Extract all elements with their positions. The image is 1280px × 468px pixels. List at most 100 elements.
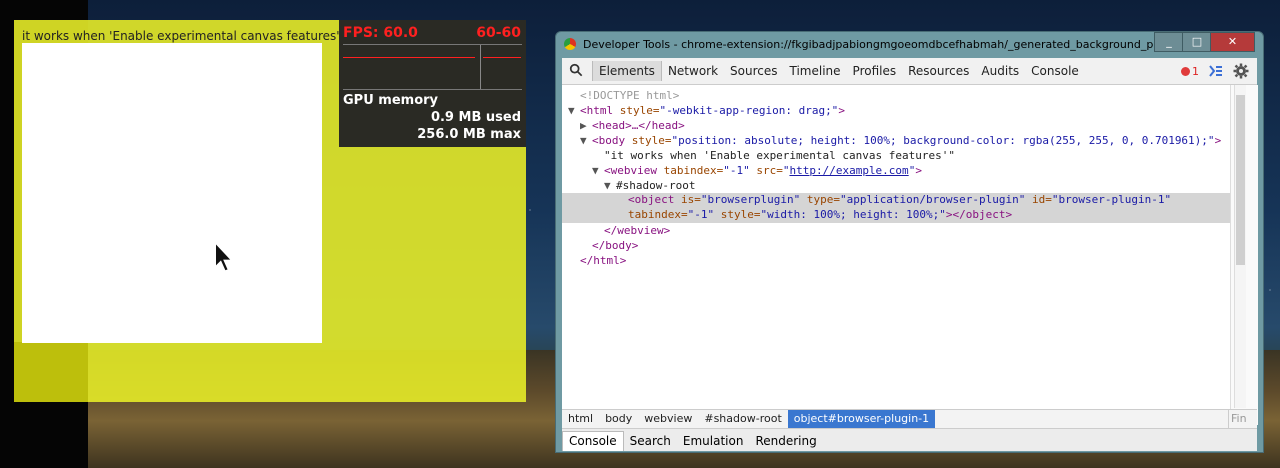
toolbar-right: 1 <box>1181 58 1257 84</box>
dom-body-open[interactable]: ▼ <body style="position: absolute; height… <box>580 134 1221 147</box>
dom-webview-open[interactable]: ▼ <webview tabindex="-1" src="http://exam… <box>592 164 922 177</box>
dom-tree[interactable]: <!DOCTYPE html> ▼ <html style="-webkit-ap… <box>562 85 1230 425</box>
attr-name: style= <box>720 208 761 221</box>
tab-sources[interactable]: Sources <box>724 61 783 81</box>
tab-network[interactable]: Network <box>662 61 724 81</box>
attr-value: "width: 100%; height: 100%;" <box>760 208 946 221</box>
devtools-titlebar[interactable]: Developer Tools - chrome-extension://fkg… <box>556 32 1263 56</box>
panel-tabs: Elements Network Sources Timeline Profil… <box>592 58 1085 84</box>
attr-name: style= <box>619 104 660 117</box>
text-node: "it works when 'Enable experimental canv… <box>604 149 955 162</box>
search-icon[interactable] <box>569 63 583 77</box>
attr-value: "-1" <box>687 208 715 221</box>
breadcrumb-object[interactable]: object#browser-plugin-1 <box>787 410 936 428</box>
find-input[interactable]: Fin <box>1228 410 1257 428</box>
shadow-root-label: #shadow-root <box>616 179 696 192</box>
mouse-cursor-icon <box>214 241 233 272</box>
expanded-triangle-icon[interactable]: ▼ <box>604 179 616 192</box>
attr-value: "browser-plugin-1" <box>1051 193 1172 206</box>
dom-shadow-root[interactable]: ▼ #shadow-root <box>604 179 695 192</box>
tab-audits[interactable]: Audits <box>975 61 1025 81</box>
dom-text-node[interactable]: "it works when 'Enable experimental canv… <box>604 149 955 162</box>
expanded-triangle-icon[interactable]: ▼ <box>592 164 604 177</box>
object-line-2: tabindex="-1" style="width: 100%; height… <box>628 208 1012 221</box>
html-close-tag: </html> <box>580 254 627 267</box>
error-count: 1 <box>1192 64 1199 78</box>
object-line-1: <object is="browserplugin" type="applica… <box>628 193 1171 206</box>
chrome-icon <box>564 38 576 50</box>
breadcrumb-body[interactable]: body <box>599 410 638 428</box>
dom-body-close[interactable]: </body> <box>592 239 638 252</box>
doctype-text: <!DOCTYPE html> <box>580 89 680 102</box>
devtools-window: Developer Tools - chrome-extension://fkg… <box>555 31 1264 453</box>
drawer-tab-emulation[interactable]: Emulation <box>677 432 750 451</box>
scroll-thumb[interactable] <box>1236 95 1245 265</box>
breadcrumb-html[interactable]: html <box>562 410 599 428</box>
show-drawer-icon[interactable] <box>1209 65 1223 77</box>
webview-area[interactable] <box>22 43 322 343</box>
dom-html-open[interactable]: ▼ <html style="-webkit-app-region: drag;"… <box>568 104 845 117</box>
error-counter[interactable]: 1 <box>1181 65 1199 78</box>
fps-label: FPS: 60.0 <box>343 25 418 41</box>
dom-doctype[interactable]: <!DOCTYPE html> <box>580 89 679 102</box>
tag-bracket: > <box>915 164 922 177</box>
dom-object-selected[interactable]: <object is="browserplugin" type="applica… <box>562 193 1230 223</box>
attr-value: "application/browser-plugin" <box>839 193 1026 206</box>
gear-icon[interactable] <box>1233 63 1249 79</box>
attr-name: tabindex= <box>628 208 688 221</box>
tab-resources[interactable]: Resources <box>902 61 975 81</box>
dom-webview-close[interactable]: </webview> <box>604 224 670 237</box>
maximize-button[interactable]: □ <box>1182 32 1212 52</box>
breadcrumb-shadow-root[interactable]: #shadow-root <box>698 410 787 428</box>
tab-elements[interactable]: Elements <box>592 61 662 81</box>
attr-name: is= <box>680 193 701 206</box>
dom-head[interactable]: ▶ <head>…</head> <box>580 119 685 132</box>
fps-marker <box>480 45 481 89</box>
attr-name: id= <box>1032 193 1052 206</box>
close-button[interactable]: ✕ <box>1210 32 1255 52</box>
src-link[interactable]: http://example.com <box>789 164 908 177</box>
fps-graph <box>343 44 522 90</box>
gpu-memory-max: 256.0 MB max <box>417 127 521 142</box>
expanded-triangle-icon[interactable]: ▼ <box>580 134 592 147</box>
fps-overlay: FPS: 60.0 60-60 GPU memory 0.9 MB used 2… <box>339 20 526 147</box>
expanded-triangle-icon[interactable]: ▼ <box>568 104 580 117</box>
dom-html-close[interactable]: </html> <box>580 254 626 267</box>
drawer-tab-console[interactable]: Console <box>562 431 624 451</box>
gpu-memory-used: 0.9 MB used <box>430 110 521 125</box>
tab-profiles[interactable]: Profiles <box>847 61 903 81</box>
attr-value: "-1" <box>723 164 750 177</box>
fps-range: 60-60 <box>476 25 521 41</box>
attr-name: src= <box>756 164 783 177</box>
drawer-tabs: Console Search Emulation Rendering <box>562 428 1257 451</box>
minimize-button[interactable]: _ <box>1154 32 1184 52</box>
body-tag: <body <box>592 134 626 147</box>
collapsed-triangle-icon[interactable]: ▶ <box>580 119 592 132</box>
attr-name: tabindex= <box>663 164 724 177</box>
head-tag: <head>…</head> <box>592 119 685 132</box>
tag-bracket: > <box>1214 134 1222 147</box>
gpu-memory-title: GPU memory <box>343 93 439 108</box>
devtools-title: Developer Tools - chrome-extension://fkg… <box>583 38 1203 51</box>
attr-name: type= <box>806 193 840 206</box>
webview-tag: <webview <box>604 164 657 177</box>
fps-line <box>343 57 475 58</box>
drawer-tab-search[interactable]: Search <box>624 432 677 451</box>
breadcrumb: html body webview #shadow-root object#br… <box>562 409 1257 428</box>
breadcrumb-webview[interactable]: webview <box>638 410 698 428</box>
attr-value: "browserplugin" <box>700 193 801 206</box>
tag-bracket: ></object> <box>945 208 1013 221</box>
tab-timeline[interactable]: Timeline <box>784 61 847 81</box>
error-icon <box>1181 66 1190 76</box>
drawer-tab-rendering[interactable]: Rendering <box>749 432 822 451</box>
dom-vertical-scrollbar[interactable] <box>1234 85 1246 408</box>
tag-bracket: > <box>838 104 845 117</box>
app-left-shade <box>14 342 88 402</box>
devtools-toolbar: Elements Network Sources Timeline Profil… <box>562 58 1257 85</box>
devtools-client: Elements Network Sources Timeline Profil… <box>562 58 1258 451</box>
fps-line-current <box>483 57 521 58</box>
tab-console[interactable]: Console <box>1025 61 1085 81</box>
app-text: it works when 'Enable experimental canva… <box>22 29 340 43</box>
html-tag: <html <box>580 104 614 117</box>
attr-name: style= <box>631 134 672 147</box>
